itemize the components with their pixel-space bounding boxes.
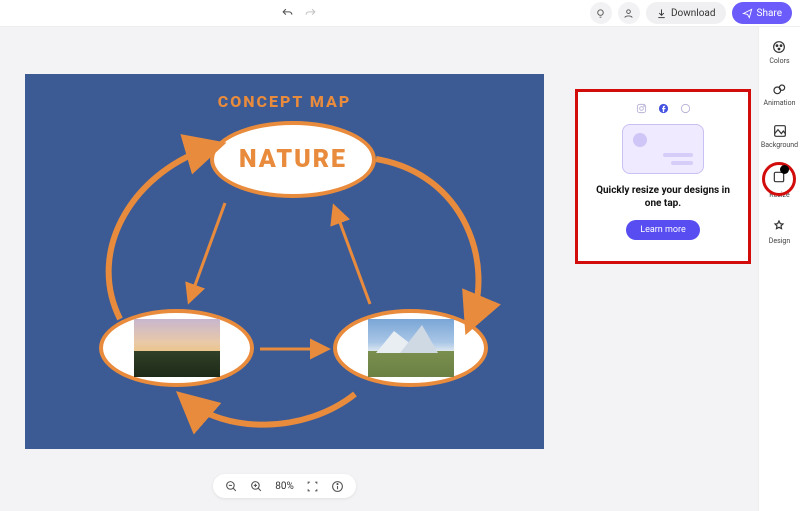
right-sidebar: Colors Animation Background Resize Desig… (758, 27, 800, 511)
sidebar-item-colors[interactable]: Colors (769, 39, 789, 65)
sidebar-label-design: Design (769, 237, 790, 245)
idea-button[interactable] (590, 2, 612, 24)
redo-button[interactable] (304, 7, 317, 20)
node-left[interactable] (99, 309, 254, 387)
generic-share-icon[interactable] (679, 102, 691, 114)
zoom-fit-button[interactable] (306, 480, 319, 493)
workspace: CONCEPT MAP NATURE (0, 27, 758, 511)
node-main-text: NATURE (239, 145, 347, 174)
zoom-out-button[interactable] (225, 480, 238, 493)
popover-text: Quickly resize your designs in one tap. (590, 184, 736, 210)
info-button[interactable] (331, 480, 344, 493)
node-left-image (134, 319, 220, 377)
node-right[interactable] (333, 309, 488, 387)
topbar-actions: Download Share (590, 2, 792, 24)
sidebar-label-animation: Animation (764, 99, 796, 107)
download-label: Download (671, 8, 716, 19)
sidebar-label-colors: Colors (769, 57, 789, 65)
node-main[interactable]: NATURE (210, 121, 376, 198)
sidebar-item-resize[interactable]: Resize (769, 169, 789, 199)
zoom-controls: 80% (213, 474, 356, 498)
bottom-bar: 80% (25, 474, 544, 498)
facebook-icon[interactable] (657, 102, 669, 114)
zoom-in-button[interactable] (250, 480, 263, 493)
learn-more-button[interactable]: Learn more (626, 220, 700, 240)
share-button[interactable]: Share (732, 2, 792, 24)
zoom-value[interactable]: 80% (275, 481, 294, 492)
undo-button[interactable] (281, 7, 294, 20)
top-toolbar: Download Share (0, 0, 800, 27)
share-label: Share (757, 8, 782, 19)
node-right-image (368, 319, 454, 377)
design-canvas[interactable]: CONCEPT MAP NATURE (25, 74, 544, 449)
sidebar-item-animation[interactable]: Animation (764, 81, 796, 107)
resize-promo-popover: Quickly resize your designs in one tap. … (575, 89, 751, 264)
canvas-title: CONCEPT MAP (25, 92, 544, 111)
sidebar-label-background: Background (761, 141, 798, 149)
history-controls (8, 7, 590, 20)
download-button[interactable]: Download (646, 2, 726, 24)
sidebar-item-background[interactable]: Background (761, 123, 798, 149)
popover-illustration (622, 124, 704, 174)
sidebar-item-design[interactable]: Design (769, 219, 790, 245)
account-button[interactable] (618, 2, 640, 24)
popover-social-row (635, 102, 691, 114)
instagram-icon[interactable] (635, 102, 647, 114)
